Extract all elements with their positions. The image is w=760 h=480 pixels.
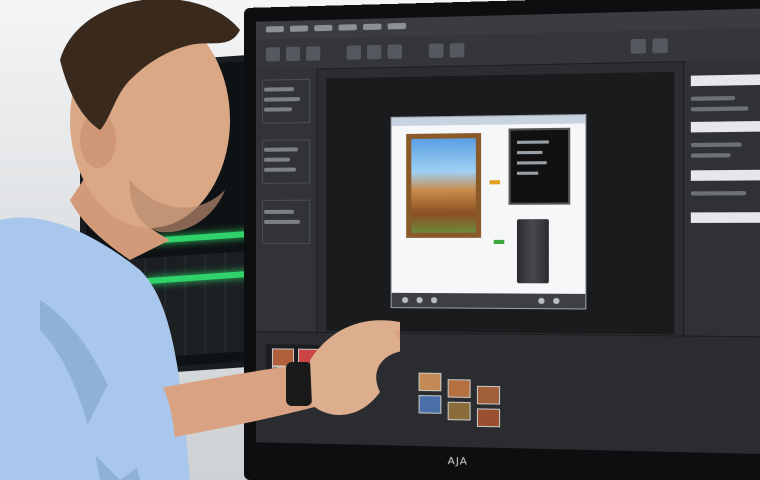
control-dot[interactable] — [416, 297, 422, 303]
monitor-brand-logo: AJA — [448, 456, 468, 468]
control-dot[interactable] — [538, 298, 544, 304]
clip-thumbnail[interactable] — [448, 402, 471, 421]
clip-thumbnail[interactable] — [477, 408, 500, 427]
program-viewer[interactable] — [326, 72, 674, 335]
clip-thumbnail[interactable] — [298, 349, 320, 367]
framed-picture — [406, 133, 481, 238]
panel-row — [264, 168, 296, 172]
clip-thumbnail[interactable] — [272, 366, 294, 384]
clip-thumbnail[interactable] — [272, 348, 294, 366]
panel-row — [691, 191, 746, 196]
control-dot[interactable] — [553, 298, 559, 304]
tool-icon[interactable] — [286, 47, 300, 61]
panel-line — [517, 151, 542, 154]
panel-row — [264, 147, 298, 151]
tool-icon[interactable] — [306, 46, 320, 60]
main-monitor: AJA — [244, 0, 760, 480]
panel-line — [517, 140, 549, 143]
panel-row — [691, 106, 749, 111]
tool-icon[interactable] — [652, 38, 667, 53]
panel-row — [691, 142, 742, 147]
panel-row[interactable] — [691, 170, 760, 181]
clip-thumbnail[interactable] — [477, 386, 500, 405]
panel-row — [264, 107, 292, 111]
video-editor-screen — [256, 8, 760, 454]
panel-row — [264, 220, 300, 224]
panel-row — [264, 97, 300, 102]
tool-icon[interactable] — [266, 47, 280, 61]
right-panel — [683, 59, 760, 380]
arrow-icon — [494, 240, 505, 244]
menu-item[interactable] — [314, 25, 332, 32]
panel-row — [264, 158, 290, 162]
photo-scene: AJA — [0, 0, 760, 480]
landscape-image — [411, 138, 476, 233]
menu-item[interactable] — [363, 24, 381, 31]
tool-icon[interactable] — [367, 45, 381, 60]
clip-thumbnail[interactable] — [419, 395, 442, 414]
panel-row[interactable] — [691, 212, 760, 223]
menu-item[interactable] — [339, 24, 357, 31]
tool-icon[interactable] — [388, 44, 402, 59]
timeline-panel[interactable] — [256, 331, 760, 454]
tower-pc-icon — [517, 219, 549, 283]
preview-canvas[interactable] — [392, 115, 586, 308]
menu-item[interactable] — [388, 23, 407, 30]
tool-icon[interactable] — [450, 43, 465, 58]
thumbnail-strip — [266, 344, 326, 385]
panel-row — [264, 87, 294, 92]
viewer-controls — [392, 293, 586, 309]
panel-row — [264, 210, 294, 214]
clip-thumbnail[interactable] — [448, 379, 471, 398]
panel-line — [517, 161, 547, 164]
tool-icon[interactable] — [429, 43, 444, 58]
arrow-icon — [490, 180, 501, 184]
panel-row[interactable] — [691, 74, 760, 86]
panel-line — [517, 172, 538, 175]
tool-icon[interactable] — [631, 39, 646, 54]
audio-grid — [86, 250, 266, 363]
panel-row — [691, 96, 735, 101]
panel-row[interactable] — [691, 121, 760, 133]
tool-icon[interactable] — [347, 45, 361, 59]
menu-item[interactable] — [290, 25, 308, 31]
desktop-monitor-icon — [509, 128, 571, 205]
clip-thumbnail[interactable] — [419, 373, 442, 392]
menu-item[interactable] — [266, 26, 284, 32]
left-panel — [256, 69, 317, 333]
control-dot[interactable] — [431, 297, 437, 303]
panel-row — [691, 153, 731, 158]
clip-thumbnail[interactable] — [298, 367, 320, 385]
canvas-header — [392, 115, 586, 126]
control-dot[interactable] — [402, 297, 408, 303]
